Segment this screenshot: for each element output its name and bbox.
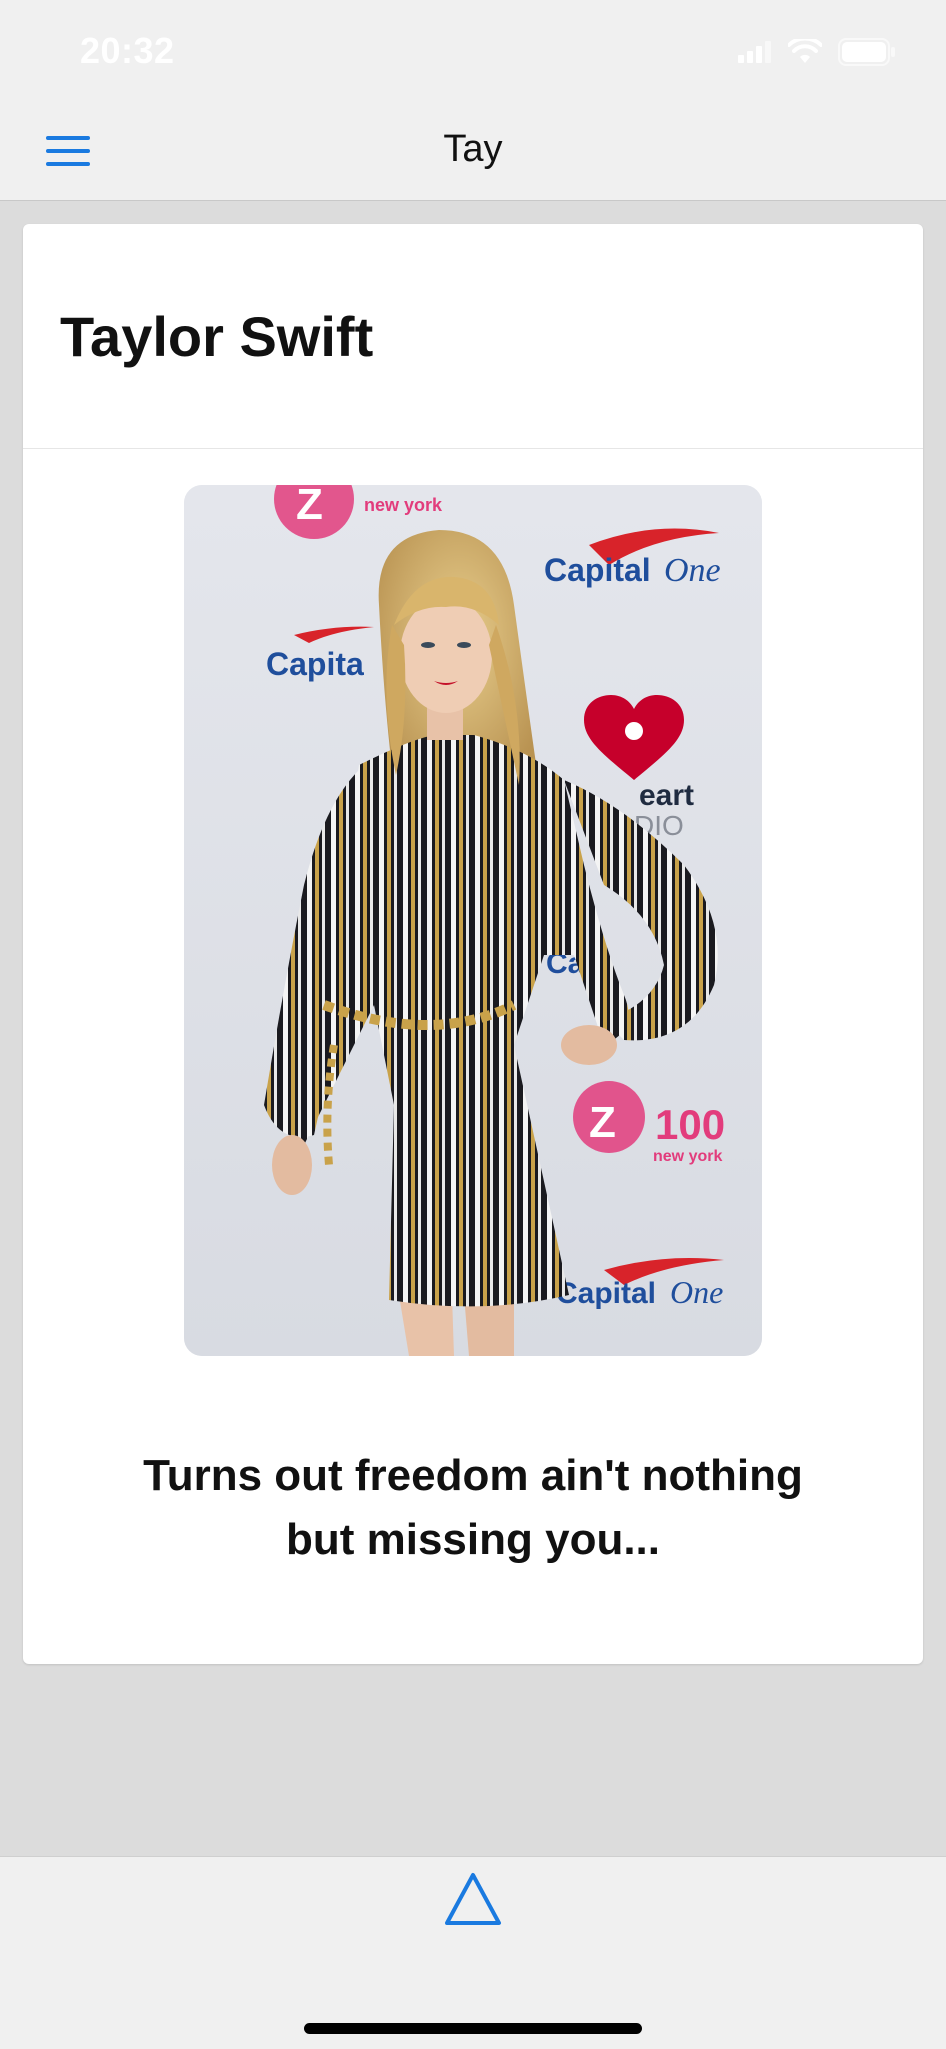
content-card: Taylor Swift Z new york Capital One Capi… <box>23 224 923 1664</box>
status-time: 20:32 <box>80 30 175 71</box>
status-icons <box>738 36 896 71</box>
home-indicator <box>304 2023 642 2034</box>
tab-bar <box>0 1856 946 2049</box>
photo: Z new york Capital One Capita eart DIO C… <box>184 485 762 1356</box>
card-header: Taylor Swift <box>23 224 923 449</box>
svg-text:Capital: Capital <box>544 552 651 588</box>
svg-text:Capita: Capita <box>266 646 364 682</box>
svg-text:eart: eart <box>639 779 694 812</box>
svg-text:One: One <box>664 552 721 589</box>
battery-icon <box>838 38 896 71</box>
svg-text:new york: new york <box>653 1148 722 1165</box>
svg-text:Capital: Capital <box>556 1277 656 1310</box>
svg-text:100: 100 <box>655 1101 725 1148</box>
card-title: Taylor Swift <box>60 305 374 368</box>
signal-icon <box>738 41 772 68</box>
svg-text:One: One <box>670 1274 723 1310</box>
status-bar: 20:32 <box>0 0 946 104</box>
nav-title: Tay <box>443 128 503 170</box>
wifi-icon <box>787 36 823 70</box>
svg-text:Z: Z <box>589 1098 616 1147</box>
svg-text:new york: new york <box>364 495 443 515</box>
triangle-icon[interactable] <box>443 1869 503 1929</box>
svg-text:Z: Z <box>296 485 323 529</box>
quote-text: Turns out freedom ain't nothing but miss… <box>143 1451 803 1564</box>
navigation-bar: Tay <box>0 104 946 201</box>
